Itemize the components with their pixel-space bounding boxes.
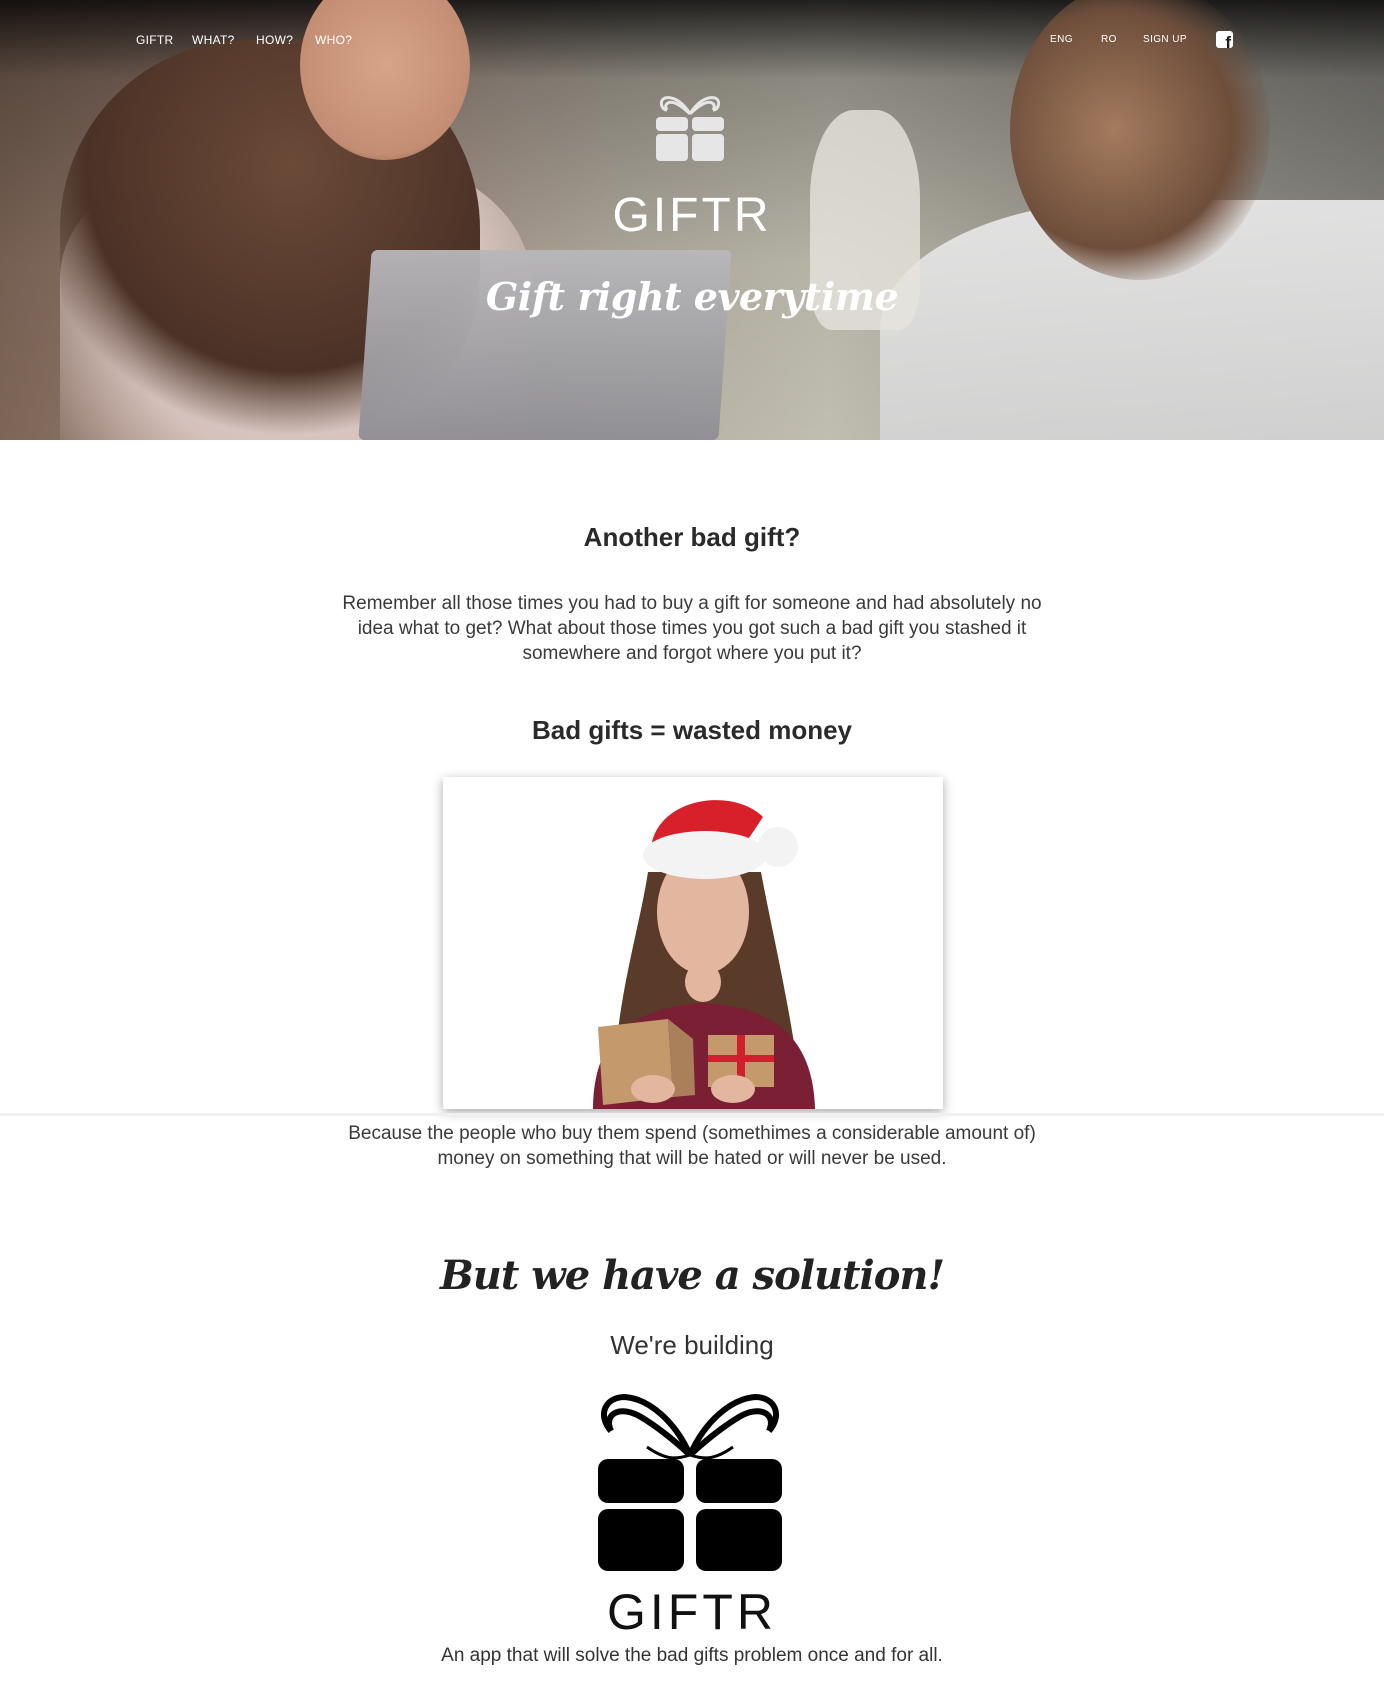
section-title-bad-gift: Another bad gift? (583, 522, 801, 552)
app-description: An app that will solve the bad gifts pro… (441, 1645, 943, 1666)
nav-link-giftr[interactable]: GIFTR (136, 30, 174, 50)
disappointed-woman-photo (443, 777, 943, 1109)
giftr-logo-icon (598, 1393, 782, 1571)
gift-icon (656, 96, 724, 161)
facebook-icon[interactable]: f (1216, 31, 1233, 51)
top-nav: GIFTR WHAT? HOW? WHO? ENG RO SIGN UP (0, 30, 1384, 54)
section-title-wasted-money: Bad gifts = wasted money (531, 715, 853, 745)
photo-illustration (443, 777, 943, 1109)
lang-ro-link[interactable]: RO (1101, 30, 1117, 50)
section-text-bad-gift: Remember all those times you had to buy … (342, 593, 1042, 664)
solution-heading: But we have a solution! (439, 1252, 945, 1299)
nav-link-who[interactable]: WHO? (315, 30, 352, 50)
lang-eng-link[interactable]: ENG (1050, 30, 1073, 50)
brand-title: GIFTR (607, 1584, 777, 1640)
section-text-wasted-money: Because the people who buy them spend (s… (348, 1123, 1036, 1169)
section-divider (0, 1113, 1384, 1116)
building-subtitle: We're building (610, 1330, 774, 1360)
hero-tagline: Gift right everytime (485, 274, 899, 319)
nav-link-what[interactable]: WHAT? (192, 30, 235, 50)
hero-title: GIFTR (612, 189, 772, 242)
nav-link-how[interactable]: HOW? (256, 30, 293, 50)
sign-up-link[interactable]: SIGN UP (1143, 30, 1187, 50)
hero-banner: GIFTR WHAT? HOW? WHO? ENG RO SIGN UP f G… (0, 0, 1384, 440)
